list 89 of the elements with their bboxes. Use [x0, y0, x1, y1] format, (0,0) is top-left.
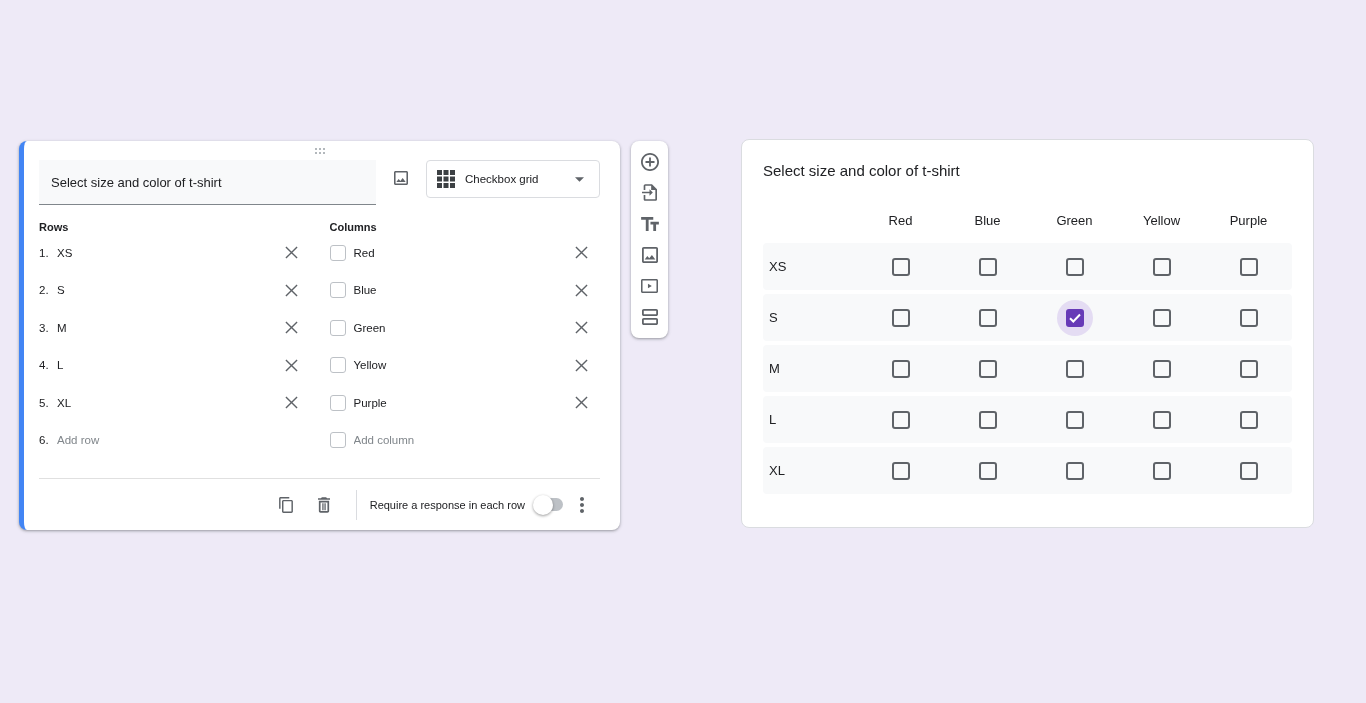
checkbox-icon	[329, 357, 346, 374]
checkbox-icon	[329, 319, 346, 336]
column-header: Yellow	[1142, 212, 1181, 228]
checkbox[interactable]	[891, 257, 910, 276]
question-title: Select size and color of t-shirt	[763, 161, 960, 181]
row-option[interactable]: XS	[57, 246, 285, 259]
checkbox[interactable]	[891, 359, 910, 378]
add-column-field[interactable]: Add column	[353, 434, 600, 447]
more-options-icon[interactable]	[580, 496, 584, 513]
section-icon[interactable]	[641, 308, 658, 325]
close-icon[interactable]	[284, 246, 298, 260]
close-icon[interactable]	[575, 358, 588, 372]
row-option[interactable]: L	[57, 359, 285, 372]
column-header: Green	[1056, 212, 1093, 228]
close-icon[interactable]	[284, 283, 298, 297]
row-label: XL	[768, 463, 785, 478]
checkbox[interactable]	[1152, 257, 1171, 276]
close-icon[interactable]	[284, 396, 298, 410]
row-option[interactable]: XL	[57, 396, 285, 409]
row-number: 3.	[39, 321, 50, 334]
column-header: Red	[888, 212, 913, 228]
close-icon[interactable]	[284, 321, 298, 335]
required-toggle[interactable]	[533, 494, 563, 515]
checkbox-icon	[329, 394, 346, 411]
checkbox[interactable]	[1065, 257, 1084, 276]
checkbox[interactable]	[891, 461, 910, 480]
checkbox-icon	[329, 432, 346, 449]
caret-icon	[575, 176, 584, 182]
video-icon[interactable]	[641, 278, 658, 293]
checkbox[interactable]	[978, 308, 997, 327]
trash-icon[interactable]	[317, 496, 330, 513]
checkbox[interactable]	[978, 359, 997, 378]
checkbox[interactable]	[1239, 308, 1258, 327]
close-icon[interactable]	[575, 283, 588, 297]
checkbox-icon	[329, 282, 346, 299]
close-icon[interactable]	[575, 396, 588, 410]
checkbox[interactable]	[978, 410, 997, 429]
checkbox[interactable]	[1152, 461, 1171, 480]
checkbox[interactable]	[1239, 257, 1258, 276]
checkbox[interactable]	[1056, 299, 1093, 336]
required-label: Require a response in each row	[369, 498, 525, 511]
row-option[interactable]: S	[57, 284, 285, 297]
image-icon[interactable]	[641, 246, 658, 263]
close-icon[interactable]	[575, 246, 588, 260]
row-number: 1.	[39, 246, 50, 259]
question-type-dropdown[interactable]: Checkbox grid	[426, 160, 600, 198]
checkbox[interactable]	[1065, 461, 1084, 480]
row-label: L	[768, 412, 777, 427]
checkbox[interactable]	[1152, 359, 1171, 378]
row-label: M	[768, 361, 780, 376]
row-label: XS	[768, 259, 787, 274]
checkbox[interactable]	[1065, 410, 1084, 429]
checkbox[interactable]	[1239, 461, 1258, 480]
close-icon[interactable]	[575, 321, 588, 335]
checkbox[interactable]	[891, 410, 910, 429]
grid-icon	[437, 170, 455, 188]
file-arrow-icon[interactable]	[642, 184, 657, 201]
row-number: 4.	[39, 359, 50, 372]
text-icon[interactable]	[640, 216, 659, 231]
checkbox[interactable]	[1239, 410, 1258, 429]
checkbox[interactable]	[1152, 308, 1171, 327]
checkbox[interactable]	[978, 257, 997, 276]
question-field[interactable]: Select size and color of t-shirt	[39, 160, 376, 205]
checkbox[interactable]	[1239, 359, 1258, 378]
checkbox[interactable]	[1152, 410, 1171, 429]
close-icon[interactable]	[284, 358, 298, 372]
row-label: S	[768, 310, 778, 325]
row-number: 5.	[39, 396, 50, 409]
column-option[interactable]: Blue	[353, 284, 575, 297]
column-option[interactable]: Green	[353, 321, 575, 334]
row-number: 6.	[39, 434, 50, 447]
checkbox[interactable]	[1065, 359, 1084, 378]
column-header: Purple	[1229, 212, 1268, 228]
column-header: Blue	[974, 212, 1001, 228]
add-row-field[interactable]: Add row	[57, 434, 310, 447]
columns-heading: Columns	[329, 220, 378, 234]
checkbox-icon	[329, 244, 346, 261]
checkbox[interactable]	[978, 461, 997, 480]
drag-handle-icon[interactable]	[314, 147, 325, 154]
rows-heading: Rows	[39, 220, 70, 234]
copy-icon[interactable]	[278, 496, 293, 513]
column-option[interactable]: Red	[353, 246, 575, 259]
column-option[interactable]: Yellow	[353, 359, 575, 372]
checkbox[interactable]	[891, 308, 910, 327]
row-option[interactable]: M	[57, 321, 285, 334]
row-number: 2.	[39, 284, 50, 297]
checkmark-icon	[1068, 312, 1081, 323]
column-option[interactable]: Purple	[353, 396, 575, 409]
image-icon[interactable]	[394, 171, 408, 185]
